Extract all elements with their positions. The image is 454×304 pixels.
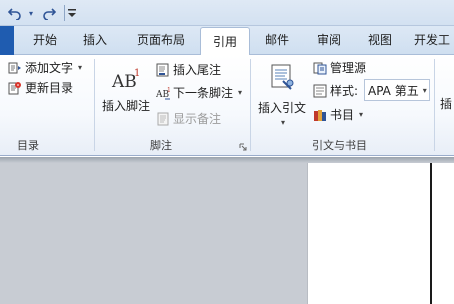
undo-icon[interactable] <box>6 4 24 22</box>
manage-sources-label: 管理源 <box>330 61 367 75</box>
bibliography-label: 书目 <box>330 108 355 122</box>
chevron-down-icon: ▾ <box>359 110 364 119</box>
show-notes-button[interactable]: 显示备注 <box>156 110 221 127</box>
citation-style-value: APA 第五 <box>368 83 419 98</box>
style-label-group: 样式: <box>313 82 358 99</box>
insert-footnote-label: 插入脚注 <box>101 99 150 113</box>
svg-text:1: 1 <box>134 68 140 79</box>
tab-developer[interactable]: 开发工 <box>414 26 454 55</box>
style-icon <box>313 84 327 98</box>
ribbon-tab-bar: 开始 插入 页面布局 引用 邮件 审阅 视图 开发工 <box>0 26 454 56</box>
group-divider <box>250 59 251 151</box>
page-margin-line <box>430 163 432 304</box>
style-label: 样式: <box>330 84 359 98</box>
quick-access-toolbar: ▾ <box>0 0 454 26</box>
next-footnote-icon: AB 1 <box>155 86 171 100</box>
group-label-footnotes: 脚注 <box>150 139 172 152</box>
manage-sources-button[interactable]: 管理源 <box>313 59 366 76</box>
show-notes-label: 显示备注 <box>173 112 222 126</box>
tab-mailings[interactable]: 邮件 <box>258 26 296 55</box>
chevron-down-icon: ▾ <box>238 88 243 97</box>
insert-endnote-button[interactable]: 插入尾注 <box>156 61 221 78</box>
customize-qat-icon[interactable] <box>66 4 78 22</box>
add-text-icon <box>8 61 22 75</box>
group-divider <box>434 59 435 151</box>
tab-page-layout[interactable]: 页面布局 <box>132 26 190 55</box>
ribbon-references: 添加文字 ▾ 更新目录 目录 AB 1 插入脚注 插入尾注 AB 1 下一条脚注 ▾… <box>0 55 454 156</box>
insert-footnote-button[interactable]: AB 1 插入脚注 <box>100 63 152 114</box>
chevron-down-icon: ▾ <box>280 118 285 127</box>
undo-dropdown-icon[interactable]: ▾ <box>26 4 36 22</box>
add-text-button[interactable]: 添加文字 ▾ <box>8 59 82 76</box>
tab-references[interactable]: 引用 <box>200 27 250 56</box>
show-notes-icon <box>156 112 170 126</box>
group-divider <box>94 59 95 151</box>
tab-insert[interactable]: 插入 <box>78 26 112 55</box>
update-toc-button[interactable]: 更新目录 <box>8 79 73 96</box>
insert-caption-button[interactable]: 插 <box>440 95 454 112</box>
insert-caption-label: 插 <box>440 97 453 111</box>
svg-text:AB: AB <box>111 72 137 91</box>
svg-text:1: 1 <box>167 87 171 94</box>
chevron-down-icon: ▾ <box>422 85 427 95</box>
insert-citation-button[interactable]: 插入引文 ▾ <box>255 61 309 127</box>
tab-view[interactable]: 视图 <box>362 26 398 55</box>
group-label-toc: 目录 <box>17 139 39 152</box>
file-tab[interactable] <box>0 26 14 55</box>
chevron-down-icon: ▾ <box>78 63 83 72</box>
manage-sources-icon <box>313 61 327 75</box>
insert-endnote-label: 插入尾注 <box>173 63 222 77</box>
dialog-launcher-icon[interactable] <box>239 140 247 151</box>
document-area <box>0 157 454 304</box>
bibliography-icon <box>313 108 327 122</box>
tab-review[interactable]: 审阅 <box>310 26 348 55</box>
add-text-label: 添加文字 <box>25 61 74 75</box>
redo-icon[interactable] <box>40 4 58 22</box>
update-toc-icon <box>8 81 22 95</box>
citation-icon <box>269 61 295 91</box>
next-footnote-label: 下一条脚注 <box>173 86 234 100</box>
footnote-icon: AB 1 <box>111 63 141 91</box>
update-toc-label: 更新目录 <box>25 81 74 95</box>
bibliography-button[interactable]: 书目 ▾ <box>313 106 363 123</box>
tab-home[interactable]: 开始 <box>28 26 62 55</box>
citation-style-select[interactable]: APA 第五 ▾ <box>364 79 430 101</box>
group-label-citations: 引文与书目 <box>312 139 367 152</box>
document-page[interactable] <box>307 163 454 304</box>
qat-divider <box>64 5 65 21</box>
endnote-icon <box>156 63 170 77</box>
next-footnote-button[interactable]: AB 1 下一条脚注 ▾ <box>155 84 243 101</box>
insert-citation-label: 插入引文 <box>257 101 306 115</box>
